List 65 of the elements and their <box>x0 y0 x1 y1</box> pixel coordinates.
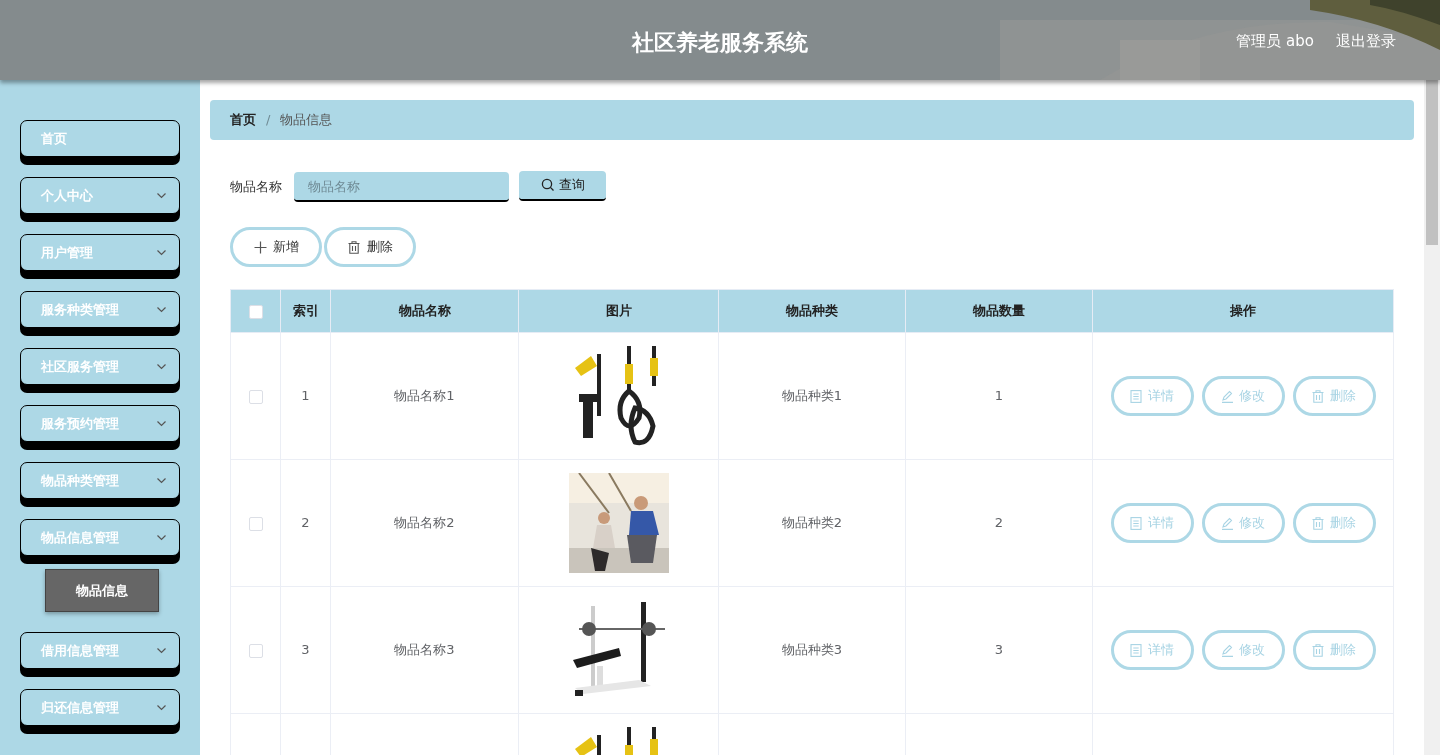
logout-link[interactable]: 退出登录 <box>1336 30 1396 53</box>
trash-icon <box>1312 643 1325 657</box>
chevron-icon <box>156 534 167 541</box>
table-cell: 物品名称1 <box>330 332 519 460</box>
table-cell: 1 <box>905 332 1093 460</box>
breadcrumb-separator: / <box>266 111 271 130</box>
table-cell: 物品名称3 <box>330 586 519 714</box>
table-cell: 物品名称2 <box>330 459 519 587</box>
column-header: 图片 <box>518 289 719 333</box>
document-icon <box>1130 643 1143 657</box>
row-checkbox[interactable] <box>248 389 263 404</box>
details-button[interactable]: 详情 <box>1110 503 1194 543</box>
column-header: 物品数量 <box>905 289 1093 333</box>
chevron-icon <box>156 306 167 313</box>
breadcrumb-current: 物品信息 <box>280 111 333 130</box>
user-label: 管理员 abo <box>1236 31 1314 52</box>
table-cell: 1 <box>280 332 331 460</box>
table-cell: 2 <box>905 459 1093 587</box>
chevron-icon <box>156 420 167 427</box>
chevron-icon <box>156 363 167 370</box>
breadcrumb-link[interactable]: 首页 <box>230 110 256 130</box>
table-cell: 物品种类1 <box>718 332 906 460</box>
delete-button[interactable]: 删除 <box>1292 376 1376 416</box>
column-header: 物品种类 <box>718 289 906 333</box>
search-field[interactable]: 物品名称 <box>294 172 509 202</box>
edit-button[interactable]: 修改 <box>1201 503 1285 543</box>
table-cell: 物品种类3 <box>718 586 906 714</box>
table-cell: 物品种类2 <box>718 459 906 587</box>
document-icon <box>1130 389 1143 403</box>
chevron-icon <box>156 192 167 199</box>
document-icon <box>1130 516 1143 530</box>
scrollbar-thumb[interactable] <box>1426 80 1438 245</box>
search-label: 物品名称 <box>230 178 282 197</box>
pencil-icon <box>1221 643 1234 657</box>
submenu-item[interactable]: 物品信息 <box>45 569 159 612</box>
column-header: 物品名称 <box>330 289 519 333</box>
column-header: 操作 <box>1092 289 1394 333</box>
trash-icon <box>347 240 361 254</box>
app-title: 社区养老服务系统 <box>632 30 808 55</box>
delete-button[interactable]: 删除 <box>324 227 416 267</box>
row-checkbox[interactable] <box>248 516 263 531</box>
search-icon <box>540 178 554 191</box>
delete-button[interactable]: 删除 <box>1292 630 1376 670</box>
table-cell: 3 <box>905 586 1093 714</box>
table-cell: 3 <box>280 586 331 714</box>
chevron-icon <box>156 647 167 654</box>
details-button[interactable]: 详情 <box>1110 630 1194 670</box>
chevron-icon <box>156 249 167 256</box>
pencil-icon <box>1221 389 1234 403</box>
trash-icon <box>1312 516 1325 530</box>
trash-icon <box>1312 389 1325 403</box>
details-button[interactable]: 详情 <box>1110 376 1194 416</box>
row-checkbox[interactable] <box>248 643 263 658</box>
chevron-icon <box>156 477 167 484</box>
pencil-icon <box>1221 516 1234 530</box>
add-button[interactable]: 新增 <box>230 227 322 267</box>
delete-button[interactable]: 删除 <box>1292 503 1376 543</box>
edit-button[interactable]: 修改 <box>1201 630 1285 670</box>
table-cell: 2 <box>280 459 331 587</box>
column-header: 索引 <box>280 289 331 333</box>
chevron-icon <box>156 704 167 711</box>
search-button[interactable]: 查询 <box>519 170 606 201</box>
edit-button[interactable]: 修改 <box>1201 376 1285 416</box>
plus-icon <box>253 240 267 254</box>
select-all-checkbox[interactable] <box>248 304 263 319</box>
